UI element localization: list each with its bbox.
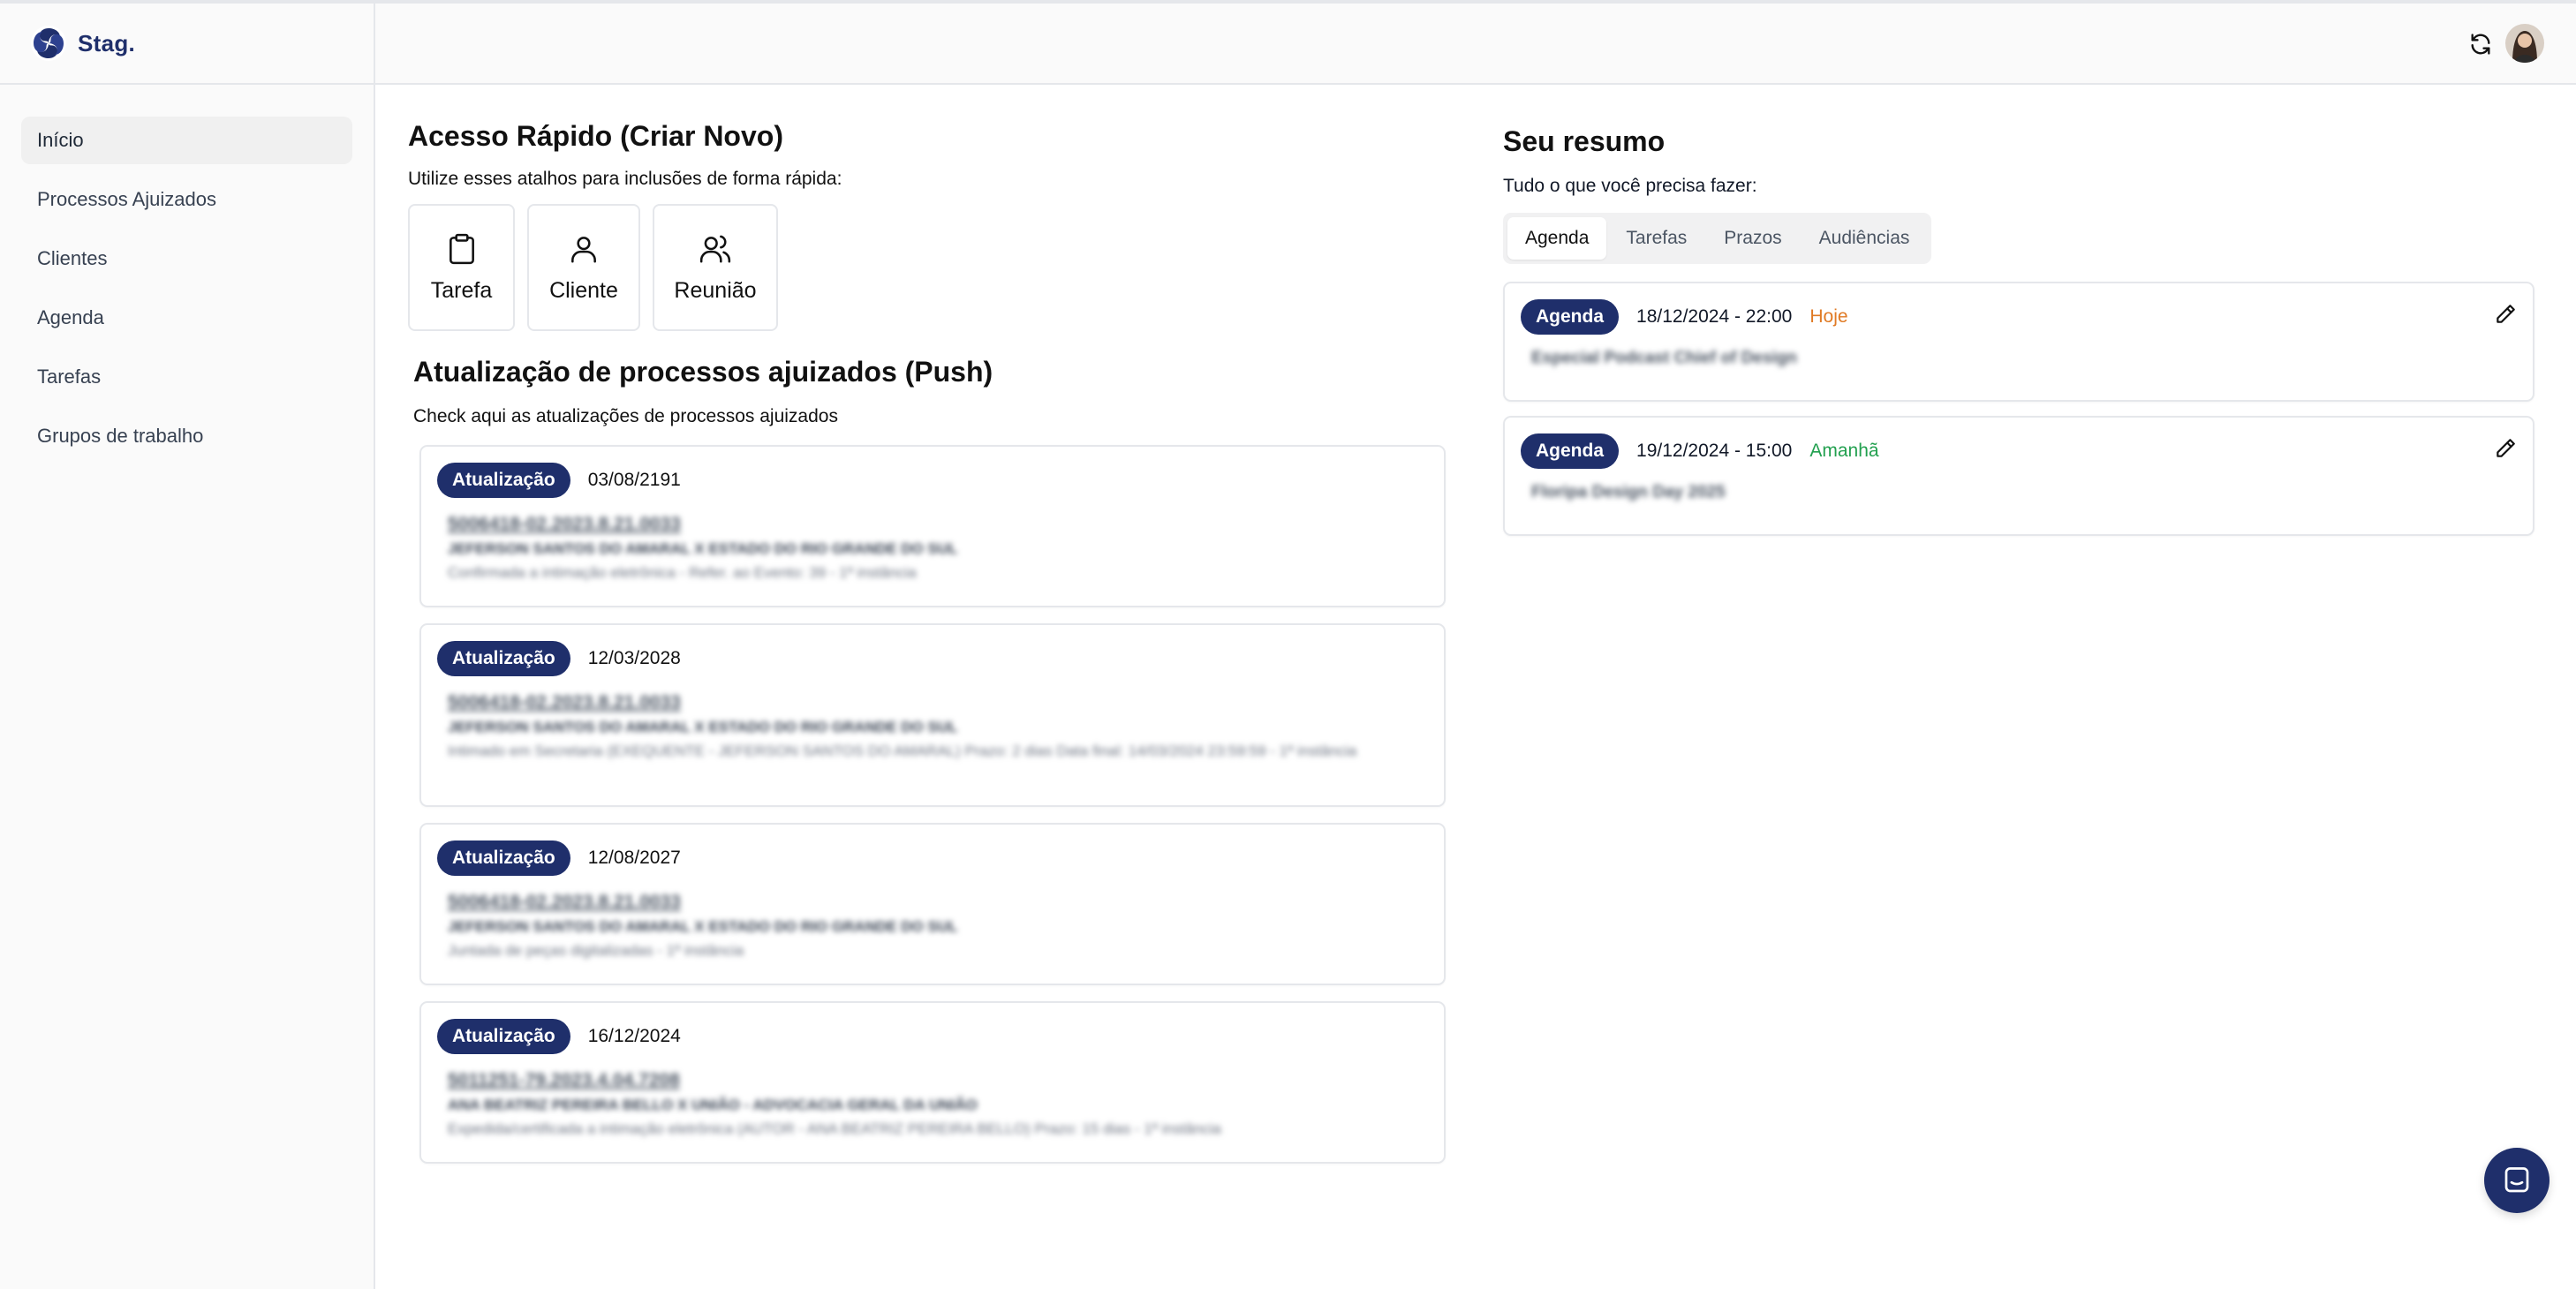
push-updates-list: Atualização 03/08/2191 5006418-02.2023.8… xyxy=(419,445,1446,1164)
process-number-link[interactable]: 5006418-02.2023.8.21.0033 xyxy=(448,514,1428,535)
avatar-image xyxy=(2505,24,2544,63)
sidebar-nav: Início Processos Ajuizados Clientes Agen… xyxy=(0,85,374,460)
update-card[interactable]: Atualização 03/08/2191 5006418-02.2023.8… xyxy=(419,445,1446,607)
process-parties: JEFERSON SANTOS DO AMARAL X ESTADO DO RI… xyxy=(448,540,958,557)
process-number-link[interactable]: 5006418-02.2023.8.21.0033 xyxy=(448,892,1428,913)
user-icon xyxy=(571,236,596,263)
main-left: Acesso Rápido (Criar Novo) Utilize esses… xyxy=(408,120,1446,1180)
quick-new-reuniao-button[interactable]: Reunião xyxy=(653,204,778,331)
update-card[interactable]: Atualização 12/03/2028 5006418-02.2023.8… xyxy=(419,623,1446,807)
sidebar-item-grupos-de-trabalho[interactable]: Grupos de trabalho xyxy=(21,412,352,460)
agenda-day-tag: Hoje xyxy=(1809,306,1848,327)
update-badge: Atualização xyxy=(437,463,570,498)
process-number-link[interactable]: 5006418-02.2023.8.21.0033 xyxy=(448,692,1428,713)
update-date: 12/03/2028 xyxy=(587,648,681,668)
update-card[interactable]: Atualização 12/08/2027 5006418-02.2023.8… xyxy=(419,823,1446,985)
quick-card-label: Tarefa xyxy=(430,277,493,303)
update-description: Juntada de peças digitalizadas - 1ª inst… xyxy=(448,942,744,959)
agenda-item[interactable]: Agenda 19/12/2024 - 15:00 Amanhã Floripa… xyxy=(1503,416,2534,536)
brand-name: Stag. xyxy=(78,29,136,57)
quick-card-label: Cliente xyxy=(549,277,618,303)
process-parties: JEFERSON SANTOS DO AMARAL X ESTADO DO RI… xyxy=(448,719,958,735)
sidebar-item-processos-ajuizados[interactable]: Processos Ajuizados xyxy=(21,176,352,223)
update-description: Intimado em Secretaria (EXEQUENTE - JEFE… xyxy=(448,742,1357,759)
tab-agenda[interactable]: Agenda xyxy=(1507,217,1607,260)
quick-access-shortcuts: Tarefa Cliente Reunião xyxy=(408,204,1446,331)
stag-logo-icon xyxy=(31,26,66,61)
update-description: Confirmada a intimação eletrônica - Refe… xyxy=(448,564,917,581)
sidebar-item-tarefas[interactable]: Tarefas xyxy=(21,353,352,401)
agenda-badge: Agenda xyxy=(1521,299,1620,335)
update-badge: Atualização xyxy=(437,1019,570,1054)
app-window: Stag. Início Processos Ajuizados Cliente… xyxy=(0,0,2576,1289)
chat-icon xyxy=(2504,1167,2529,1193)
clipboard-icon xyxy=(449,233,474,264)
update-badge: Atualização xyxy=(437,641,570,676)
chat-launcher-button[interactable] xyxy=(2484,1148,2550,1213)
sidebar-item-label: Agenda xyxy=(37,306,104,328)
top-header xyxy=(375,4,2576,85)
agenda-day-tag: Amanhã xyxy=(1809,441,1879,461)
sidebar-item-label: Clientes xyxy=(37,247,108,269)
summary-subtitle: Tudo o que você precisa fazer: xyxy=(1503,176,1757,196)
refresh-icon[interactable] xyxy=(2468,32,2493,57)
quick-access-subtitle: Utilize esses atalhos para inclusões de … xyxy=(408,169,842,189)
agenda-badge: Agenda xyxy=(1521,433,1620,469)
update-badge: Atualização xyxy=(437,840,570,876)
avatar[interactable] xyxy=(2505,24,2544,63)
quick-new-cliente-button[interactable]: Cliente xyxy=(527,204,640,331)
quick-card-label: Reunião xyxy=(674,277,757,303)
sidebar-item-label: Início xyxy=(37,129,84,151)
sidebar-item-clientes[interactable]: Clientes xyxy=(21,235,352,283)
update-date: 12/08/2027 xyxy=(587,848,681,868)
sidebar-item-label: Grupos de trabalho xyxy=(37,425,204,447)
edit-pencil-icon[interactable] xyxy=(2494,303,2517,326)
tab-tarefas[interactable]: Tarefas xyxy=(1608,217,1704,260)
tab-prazos[interactable]: Prazos xyxy=(1706,217,1799,260)
users-icon xyxy=(699,235,731,263)
update-card[interactable]: Atualização 16/12/2024 5011251-79.2023.4… xyxy=(419,1001,1446,1164)
process-number-link[interactable]: 5011251-79.2023.4.04.7208 xyxy=(448,1070,1428,1091)
summary-panel: Seu resumo Tudo o que você precisa fazer… xyxy=(1503,125,2534,536)
sidebar-item-label: Processos Ajuizados xyxy=(37,188,216,210)
sidebar-item-inicio[interactable]: Início xyxy=(21,117,352,164)
agenda-title: Especial Podcast Chief of Design xyxy=(1531,349,1797,367)
summary-title: Seu resumo xyxy=(1503,125,1666,157)
agenda-item[interactable]: Agenda 18/12/2024 - 22:00 Hoje Especial … xyxy=(1503,282,2534,402)
update-date: 16/12/2024 xyxy=(587,1026,681,1046)
edit-pencil-icon[interactable] xyxy=(2494,437,2517,460)
sidebar-item-agenda[interactable]: Agenda xyxy=(21,294,352,342)
push-updates-title: Atualização de processos ajuizados (Push… xyxy=(413,356,993,388)
sidebar-item-label: Tarefas xyxy=(37,366,102,388)
quick-new-tarefa-button[interactable]: Tarefa xyxy=(408,204,515,331)
push-updates-subtitle: Check aqui as atualizações de processos … xyxy=(413,406,838,426)
tab-audiencias[interactable]: Audiências xyxy=(1802,217,1928,260)
summary-tabs: Agenda Tarefas Prazos Audiências xyxy=(1503,213,1932,264)
quick-access-title: Acesso Rápido (Criar Novo) xyxy=(408,120,783,152)
agenda-title: Floripa Design Day 2025 xyxy=(1531,483,1726,501)
process-parties: JEFERSON SANTOS DO AMARAL X ESTADO DO RI… xyxy=(448,918,958,935)
agenda-datetime: 19/12/2024 - 15:00 xyxy=(1636,441,1793,461)
brand[interactable]: Stag. xyxy=(0,4,374,85)
agenda-datetime: 18/12/2024 - 22:00 xyxy=(1636,306,1793,327)
sidebar: Stag. Início Processos Ajuizados Cliente… xyxy=(0,4,375,1289)
process-parties: ANA BEATRIZ PEREIRA BELLO X UNIÃO - ADVO… xyxy=(448,1097,978,1113)
update-description: Expedida/certificada a intimação eletrôn… xyxy=(448,1120,1221,1137)
update-date: 03/08/2191 xyxy=(587,470,681,490)
